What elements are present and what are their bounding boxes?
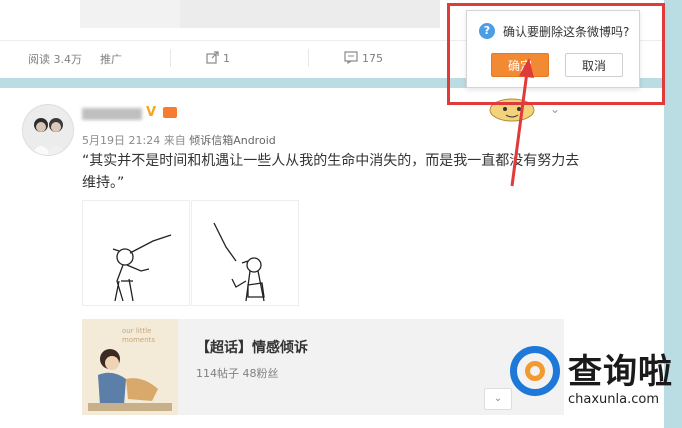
divider [308, 49, 309, 67]
topic-stats: 114帖子 48粉丝 [196, 367, 279, 380]
highlight-box [447, 3, 665, 105]
topic-cover-illustration: our little moments [82, 319, 178, 415]
post-content: “其实并不是时间和机遇让一些人从我的生命中消失的，而是我一直都没有努力去维持。” [82, 153, 580, 191]
share-button[interactable]: 1 [206, 51, 230, 65]
vip-badge-icon [163, 107, 177, 118]
avatar[interactable] [22, 104, 74, 156]
promote-link[interactable]: 推广 [100, 51, 122, 67]
sketch-illustration-girl [213, 222, 265, 302]
post-card: V 5月19日 21:24 来自 倾诉信箱Android “其实并不是时间和机遇… [0, 88, 664, 428]
cover-text-line-2: moments [122, 336, 155, 344]
previous-post-media-panel [180, 0, 440, 28]
post-image-2[interactable] [191, 200, 299, 306]
share-count: 1 [223, 52, 230, 65]
username-blurred[interactable] [82, 108, 142, 120]
comment-icon [344, 51, 358, 65]
watermark-logo-icon [510, 346, 560, 396]
post-meta: 5月19日 21:24 来自 倾诉信箱Android [82, 132, 276, 148]
post-source[interactable]: 倾诉信箱Android [189, 134, 276, 147]
verified-badge-icon: V [146, 105, 157, 120]
read-count: 阅读 3.4万 [28, 53, 82, 66]
avatar-photo [23, 105, 73, 155]
cover-text-line-1: our little [122, 327, 151, 335]
topic-cover-image: our little moments [82, 319, 178, 415]
more-options-dropdown[interactable]: ⌄ [484, 388, 512, 410]
comment-button[interactable]: 175 [344, 51, 383, 65]
topic-title[interactable]: 【超话】情感倾诉 [196, 337, 308, 357]
divider [170, 49, 171, 67]
comment-count: 175 [362, 52, 383, 65]
share-icon [206, 51, 219, 64]
sketch-illustration-dab [112, 234, 172, 302]
post-image-1[interactable] [82, 200, 190, 306]
watermark-logo-inner [525, 361, 545, 381]
watermark-url: chaxunla.com [568, 392, 659, 407]
watermark-brand: 查询啦 [568, 352, 673, 392]
post-date: 5月19日 21:24 来自 [82, 134, 186, 147]
